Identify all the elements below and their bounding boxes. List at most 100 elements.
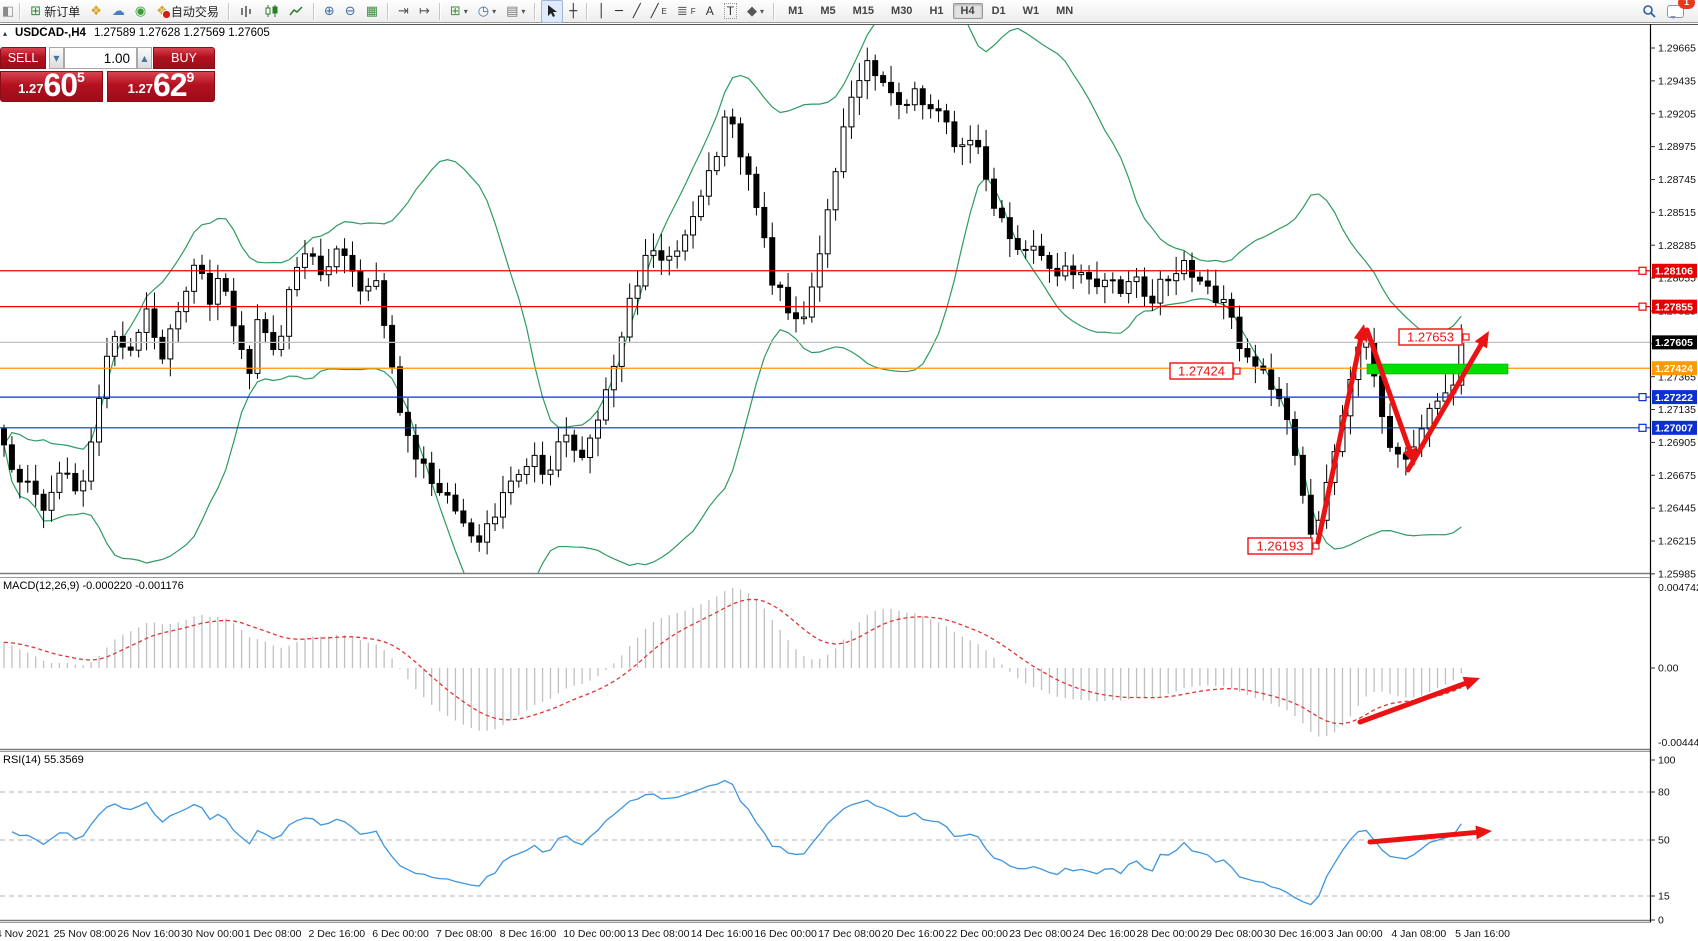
- y-tick-label: 1.26215: [1658, 536, 1696, 548]
- new-chart-button[interactable]: ⊞▾: [446, 1, 472, 22]
- x-axis-label: 17 Dec 08:00: [818, 928, 881, 940]
- templates-button[interactable]: ▤▾: [502, 1, 529, 22]
- rsi-axis-label: 80: [1658, 787, 1670, 799]
- x-axis-label: 13 Dec 08:00: [627, 928, 690, 940]
- rsi-axis-label: 100: [1658, 755, 1676, 767]
- buy-price-main: 62: [153, 72, 187, 99]
- tf-m5-button[interactable]: M5: [812, 3, 843, 19]
- rsi-axis-label: 0: [1658, 915, 1664, 927]
- notifications-button[interactable]: 1: [1663, 1, 1688, 22]
- price-annotation-1.27424[interactable]: 1.27424: [1170, 363, 1240, 379]
- chart-shift-button[interactable]: ↦: [415, 1, 434, 22]
- x-axis-label: 30 Nov 00:00: [181, 928, 244, 940]
- buy-price-panel[interactable]: 1.27629: [107, 71, 215, 102]
- macd-axis-max: 0.004742: [1658, 582, 1698, 594]
- volume-decrease-button[interactable]: ▼: [49, 47, 64, 69]
- vline-tool-button[interactable]: │: [593, 1, 609, 22]
- sell-button[interactable]: SELL: [0, 47, 46, 69]
- trendline-tool-button[interactable]: ╱: [629, 1, 645, 22]
- x-axis-label: 20 Dec 16:00: [882, 928, 945, 940]
- zoom-out-button[interactable]: ⊖: [341, 1, 360, 22]
- rsi-axis-label: 50: [1658, 835, 1670, 847]
- signals-icon[interactable]: ◉: [131, 1, 150, 22]
- x-axis-label: 3 Jan 00:00: [1328, 928, 1383, 940]
- volume-increase-button[interactable]: ▲: [137, 47, 152, 69]
- chart-canvas[interactable]: 1.296651.294351.292051.289751.287451.285…: [0, 0, 1698, 941]
- y-tick-label: 1.29435: [1658, 75, 1696, 87]
- zoom-in-button[interactable]: ⊕: [320, 1, 339, 22]
- collapse-one-click-icon[interactable]: ▴: [3, 29, 7, 38]
- volume-input[interactable]: 1.00: [64, 47, 137, 69]
- chart-title: ▴ USDCAD-,H4 1.27589 1.27628 1.27569 1.2…: [3, 27, 270, 39]
- y-tick-label: 1.28745: [1658, 174, 1696, 186]
- text-label-tool-button[interactable]: T: [720, 1, 741, 22]
- tf-m15-button[interactable]: M15: [845, 3, 882, 19]
- price-badge-text: 1.27222: [1655, 392, 1693, 404]
- trend-arrow[interactable]: [1360, 677, 1480, 722]
- toolbar-separator: [586, 3, 588, 20]
- buy-price-prefix: 1.27: [128, 81, 153, 96]
- ohlc-values: 1.27589 1.27628 1.27569 1.27605: [94, 27, 270, 39]
- rsi-plot: [12, 781, 1461, 905]
- y-tick-label: 1.28975: [1658, 141, 1696, 153]
- x-axis-label: 5 Jan 16:00: [1455, 928, 1510, 940]
- bollinger-upper-band: [4, 0, 1461, 449]
- level-endpoint-marker[interactable]: [1639, 303, 1646, 310]
- toolbar-separator: [387, 3, 389, 20]
- candlesticks: [2, 48, 1464, 555]
- community-icon[interactable]: ☁: [108, 1, 129, 22]
- x-axis-label: 10 Dec 00:00: [563, 928, 626, 940]
- toolbar-separator: [773, 3, 775, 20]
- autotrade-button[interactable]: ❖ 自动交易: [152, 1, 223, 22]
- chart-line-button[interactable]: [285, 1, 308, 22]
- new-order-button[interactable]: ⊞ 新订单: [26, 1, 84, 22]
- sell-price-panel[interactable]: 1.27605: [0, 71, 103, 102]
- level-endpoint-marker[interactable]: [1639, 267, 1646, 274]
- fibonacci-tool-button[interactable]: ≣F: [673, 1, 700, 22]
- hline-tool-button[interactable]: ─: [611, 1, 627, 22]
- level-endpoint-marker[interactable]: [1639, 394, 1646, 401]
- autoscroll-button[interactable]: ⇥: [394, 1, 413, 22]
- sell-price-main: 60: [43, 72, 77, 99]
- tf-h4-button[interactable]: H4: [953, 3, 983, 19]
- svg-text:1.27424: 1.27424: [1178, 364, 1225, 379]
- y-tick-label: 1.28285: [1658, 240, 1696, 252]
- toolbar-separator: [439, 3, 441, 20]
- x-axis-label: 24 Dec 16:00: [1073, 928, 1136, 940]
- search-button[interactable]: [1638, 1, 1661, 22]
- x-axis-label: 1 Dec 08:00: [245, 928, 302, 940]
- mt4-terminal: ◧ ⊞ 新订单 ❖ ☁ ◉ ❖ 自动交易 ⊕ ⊖ ▦ ⇥ ↦ ⊞▾ ◷▾ ▤▾: [0, 0, 1698, 941]
- arrows-tool-button[interactable]: ◆▾: [743, 1, 768, 22]
- periods-button[interactable]: ◷▾: [474, 1, 500, 22]
- text-tool-button[interactable]: A: [702, 1, 718, 22]
- buy-button[interactable]: BUY: [153, 47, 215, 69]
- price-badge-text: 1.28106: [1655, 266, 1693, 278]
- tile-windows-button[interactable]: ▦: [362, 1, 382, 22]
- channel-tool-button[interactable]: ╱E: [647, 1, 671, 22]
- toolbar-separator: [228, 3, 230, 20]
- price-badge-text: 1.27424: [1655, 363, 1693, 375]
- price-badge-text: 1.27605: [1655, 337, 1693, 349]
- highlight-zone[interactable]: [1367, 364, 1508, 374]
- x-axis-label: 23 Dec 08:00: [1009, 928, 1072, 940]
- price-annotation-1.26193[interactable]: 1.26193: [1248, 538, 1319, 554]
- price-annotation-1.27653[interactable]: 1.27653: [1399, 329, 1469, 345]
- tf-d1-button[interactable]: D1: [984, 3, 1014, 19]
- tf-m30-button[interactable]: M30: [883, 3, 920, 19]
- tf-w1-button[interactable]: W1: [1015, 3, 1048, 19]
- tf-h1-button[interactable]: H1: [921, 3, 951, 19]
- level-endpoint-marker[interactable]: [1639, 424, 1646, 431]
- x-axis-label: 24 Nov 2021: [0, 928, 50, 940]
- chart-candles-button[interactable]: [260, 1, 283, 22]
- price-badge-text: 1.27855: [1655, 301, 1693, 313]
- trend-arrow[interactable]: [1408, 331, 1489, 470]
- candles-chart-icon: [264, 4, 279, 18]
- tf-mn-button[interactable]: MN: [1048, 3, 1081, 19]
- x-axis-label: 26 Nov 16:00: [117, 928, 180, 940]
- chart-bars-button[interactable]: [235, 1, 258, 22]
- x-axis-label: 30 Dec 16:00: [1264, 928, 1327, 940]
- cursor-button[interactable]: [541, 0, 563, 23]
- crosshair-button[interactable]: ┼: [565, 1, 581, 22]
- market-icon[interactable]: ❖: [86, 1, 106, 22]
- tf-m1-button[interactable]: M1: [780, 3, 811, 19]
